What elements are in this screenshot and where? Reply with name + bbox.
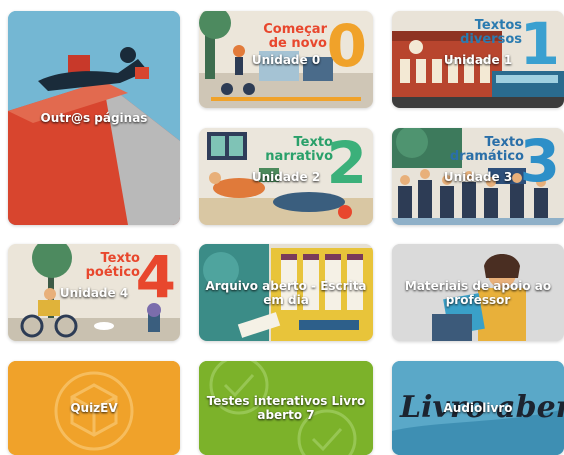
tile-unidade-4[interactable]: Texto poético 4 Unidade 4	[8, 244, 180, 341]
tile-label: Unidade 2	[251, 169, 321, 184]
tile-testes-interativos[interactable]: Testes interativos Livro aberto 7	[199, 361, 373, 455]
tile-materiais-apoio[interactable]: Materiais de apoio ao professor	[392, 244, 564, 341]
tile-arquivo-aberto[interactable]: Arquivo aberto - Escrita em dia	[199, 244, 373, 341]
tile-label: Unidade 0	[251, 52, 321, 67]
tile-quizev[interactable]: QuizEV	[8, 361, 180, 455]
tile-label: Unidade 4	[59, 285, 129, 300]
tile-label: Unidade 3	[443, 169, 513, 184]
tile-audiolivro[interactable]: Livro aberto Audiolivro	[392, 361, 564, 455]
tile-label: Outr@s páginas	[40, 111, 148, 125]
tile-label: Materiais de apoio ao professor	[404, 278, 552, 307]
tile-label: Unidade 1	[443, 52, 513, 67]
tile-unidade-3[interactable]: Texto dramático 3 Unidade 3	[392, 128, 564, 225]
tile-label: QuizEV	[70, 401, 118, 415]
tile-label: Testes interativos Livro aberto 7	[206, 394, 366, 422]
tile-label: Arquivo aberto - Escrita em dia	[205, 278, 367, 307]
tile-unidade-2[interactable]: Texto narrativo 2 Unidade 2	[199, 128, 373, 225]
tile-outras-paginas[interactable]: Outr@s páginas	[8, 11, 180, 225]
tile-unidade-0[interactable]: Começar de novo 0 Unidade 0	[199, 11, 373, 108]
tile-unidade-1[interactable]: Textos diversos 1 Unidade 1	[392, 11, 564, 108]
tile-label: Audiolivro	[443, 401, 513, 415]
resources-grid: Outr@s páginas Começar de novo 0 Unidade…	[0, 0, 564, 455]
